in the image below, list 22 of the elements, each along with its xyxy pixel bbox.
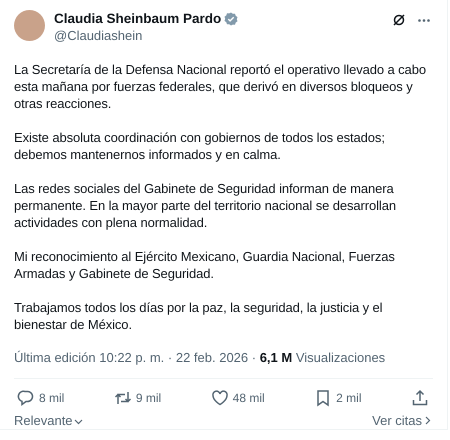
author-handle[interactable]: @Claudiashein — [54, 27, 238, 44]
sort-dropdown[interactable]: Relevante — [14, 411, 83, 430]
repost-button[interactable]: 9 mil — [114, 389, 162, 407]
post-metadata: Última edición 10:22 p. m. · 22 feb. 2026 · 6,1 M Visualizaciones — [14, 349, 386, 366]
share-icon — [410, 389, 429, 407]
more-icon[interactable] — [418, 18, 430, 22]
post-paragraph: Mi reconocimiento al Ejército Mexicano, Guardia Nacional, Fuerzas Armadas y Gabinete de Seguridad. — [14, 248, 396, 282]
like-button[interactable]: 48 mil — [210, 389, 265, 407]
share-button[interactable] — [410, 389, 429, 407]
bookmark-button[interactable]: 2 mil — [314, 389, 362, 407]
post-paragraph: Existe absoluta coordinación con gobiernos de todos los estados; debemos mantenernos informados y en calma. — [14, 129, 386, 163]
post-paragraph: Trabajamos todos los días por la paz, la seguridad, la justicia y el bienestar de México. — [14, 299, 384, 333]
post-paragraph: La Secretaría de la Defensa Nacional reportó el operativo llevado a cabo esta mañana por fuerzas federales, que derivó en diversos bloqueos y otras reacciones. — [14, 61, 427, 112]
heart-icon — [210, 389, 229, 407]
author-name[interactable]: Claudia Sheinbaum Pardo — [54, 10, 222, 27]
chevron-down-icon — [74, 419, 83, 426]
chevron-right-icon — [425, 416, 431, 426]
post-paragraph: Las redes sociales del Gabinete de Seguridad informan de manera permanente. En la mayor parte del territorio nacional se desarrollan actividades con plena normalidad. — [14, 180, 397, 231]
reply-button[interactable]: 8 mil — [17, 389, 64, 407]
view-quotes-link[interactable]: Ver citas — [372, 411, 431, 430]
repost-icon — [114, 389, 132, 407]
reply-icon — [17, 389, 35, 407]
